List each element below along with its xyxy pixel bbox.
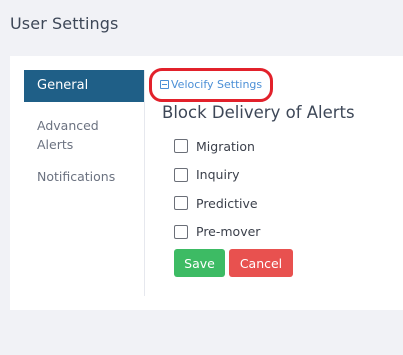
settings-panel: General Advanced Alerts Notifications Ve… [10, 56, 403, 310]
save-button[interactable]: Save [174, 249, 225, 277]
option-predictive[interactable]: Predictive [174, 189, 403, 218]
option-migration[interactable]: Migration [174, 132, 403, 161]
inquiry-checkbox[interactable] [174, 167, 188, 182]
main-content: Velocify Settings Block Delivery of Aler… [149, 68, 403, 277]
pre-mover-checkbox[interactable] [174, 224, 188, 239]
option-inquiry[interactable]: Inquiry [174, 161, 403, 190]
sidebar: General Advanced Alerts Notifications [24, 70, 144, 186]
page-title: User Settings [10, 14, 119, 33]
option-pre-mover[interactable]: Pre-mover [174, 218, 403, 247]
form-actions: Save Cancel [174, 249, 403, 277]
option-label: Inquiry [196, 167, 240, 183]
option-label: Predictive [196, 195, 258, 211]
sidebar-item-notifications[interactable]: Notifications [24, 154, 144, 186]
predictive-checkbox[interactable] [174, 196, 188, 211]
cancel-button[interactable]: Cancel [229, 249, 293, 277]
option-label: Migration [196, 138, 255, 154]
velocify-settings-label: Velocify Settings [171, 78, 263, 91]
velocify-settings-link[interactable]: Velocify Settings [149, 68, 274, 102]
external-link-icon [160, 80, 169, 89]
alert-options: Migration Inquiry Predictive Pre-mover [174, 132, 403, 246]
section-title: Block Delivery of Alerts [162, 103, 355, 122]
migration-checkbox[interactable] [174, 139, 188, 154]
option-label: Pre-mover [196, 224, 261, 240]
sidebar-item-advanced-alerts[interactable]: Advanced Alerts [24, 102, 124, 154]
vertical-divider [144, 70, 145, 296]
sidebar-item-general[interactable]: General [24, 70, 144, 102]
